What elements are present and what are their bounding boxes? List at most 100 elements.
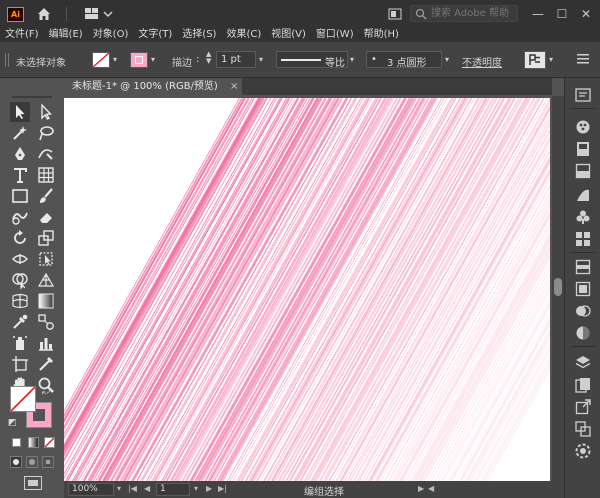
- screen-mode-icon[interactable]: [24, 476, 42, 490]
- magic-wand-tool-icon[interactable]: [10, 123, 30, 143]
- previous-artboard-icon[interactable]: ◀: [144, 484, 150, 493]
- search-input[interactable]: [431, 7, 515, 20]
- color-panel-icon[interactable]: [574, 118, 592, 136]
- direct-selection-tool-icon[interactable]: [36, 102, 56, 122]
- export-panel-icon[interactable]: [574, 398, 592, 416]
- menu-help[interactable]: 帮助(H): [359, 28, 404, 42]
- asset-export-panel-icon[interactable]: [574, 420, 592, 438]
- panel-grip-icon[interactable]: [4, 52, 10, 68]
- scroll-thumb[interactable]: [554, 278, 562, 296]
- stroke-weight-dropdown-icon[interactable]: ▾: [259, 55, 263, 64]
- symbol-sprayer-tool-icon[interactable]: [10, 333, 30, 353]
- status-text[interactable]: 编组选择: [304, 483, 344, 498]
- menu-window[interactable]: 窗口(W): [311, 28, 359, 42]
- slice-tool-icon[interactable]: [36, 354, 56, 374]
- lasso-tool-icon[interactable]: [36, 123, 56, 143]
- zoom-dropdown-icon[interactable]: ▾: [117, 484, 121, 493]
- gradient-mode-icon[interactable]: [28, 437, 39, 448]
- blend-tool-icon[interactable]: [36, 312, 56, 332]
- transparency-panel-icon[interactable]: [574, 302, 592, 320]
- type-tool-icon[interactable]: [10, 165, 30, 185]
- draw-normal-icon[interactable]: [10, 456, 22, 468]
- artboards-panel-icon[interactable]: [574, 376, 592, 394]
- opacity-link[interactable]: 不透明度: [462, 54, 502, 69]
- stroke-swatch[interactable]: [130, 52, 148, 68]
- next-artboard-icon[interactable]: ▶: [206, 484, 212, 493]
- menu-select[interactable]: 选择(S): [177, 28, 221, 42]
- close-icon[interactable]: ×: [230, 78, 238, 95]
- search-box[interactable]: [410, 5, 518, 22]
- swatches-panel-icon[interactable]: [574, 162, 592, 180]
- pink-stripes-artwork[interactable]: [64, 98, 550, 481]
- shaper-tool-icon[interactable]: [10, 207, 30, 227]
- rotate-tool-icon[interactable]: [10, 228, 30, 248]
- gradient-panel-icon[interactable]: [574, 280, 592, 298]
- artboard-number-field[interactable]: 1: [156, 483, 190, 496]
- stroke-stepper[interactable]: ▲ ▼: [206, 51, 211, 65]
- properties-panel-icon[interactable]: [574, 86, 592, 104]
- draw-inside-icon[interactable]: [42, 456, 54, 468]
- menu-file[interactable]: 文件(F): [0, 28, 44, 42]
- default-fill-stroke-icon[interactable]: ◩: [8, 418, 17, 428]
- minimize-button[interactable]: —: [528, 4, 548, 24]
- eraser-tool-icon[interactable]: [36, 207, 56, 227]
- swap-fill-stroke-icon[interactable]: ⤾: [42, 386, 50, 397]
- menu-object[interactable]: 对象(O): [88, 28, 134, 42]
- artboard-dropdown-icon[interactable]: ▾: [194, 484, 198, 493]
- column-graph-tool-icon[interactable]: [36, 333, 56, 353]
- recolor-button[interactable]: [524, 51, 546, 69]
- panel-menu-icon[interactable]: [576, 52, 590, 66]
- width-tool-icon[interactable]: [10, 249, 30, 269]
- eyedropper-tool-icon[interactable]: [10, 312, 30, 332]
- gradient-tool-icon[interactable]: [36, 291, 56, 311]
- menu-effect[interactable]: 效果(C): [221, 28, 266, 42]
- stroke-panel-icon[interactable]: [574, 258, 592, 276]
- pen-tool-icon[interactable]: [10, 144, 30, 164]
- recolor-dropdown-icon[interactable]: ▾: [549, 55, 553, 64]
- selection-tool-icon[interactable]: [10, 102, 30, 122]
- libraries-panel-icon[interactable]: [574, 442, 592, 460]
- stroke-dropdown-icon[interactable]: ▾: [151, 55, 155, 64]
- symbols-panel-icon[interactable]: [574, 208, 592, 226]
- color-guide-panel-icon[interactable]: [574, 140, 592, 158]
- vertical-scrollbar[interactable]: [552, 96, 564, 481]
- brushes-panel-icon[interactable]: [574, 186, 592, 204]
- home-icon[interactable]: [36, 6, 52, 22]
- last-artboard-icon[interactable]: ▶|: [218, 484, 227, 493]
- shape-builder-tool-icon[interactable]: [10, 270, 30, 290]
- scale-tool-icon[interactable]: [36, 228, 56, 248]
- first-artboard-icon[interactable]: |◀: [128, 484, 137, 493]
- arrange-documents-icon[interactable]: [388, 7, 402, 21]
- menu-view[interactable]: 视图(V): [266, 28, 311, 42]
- close-button[interactable]: ✕: [576, 4, 596, 24]
- menu-type[interactable]: 文字(T): [133, 28, 177, 42]
- brush-definition[interactable]: • 3 点圆形: [366, 51, 442, 69]
- rectangle-tool-icon[interactable]: [10, 186, 30, 206]
- stroke-label[interactable]: 描边: [172, 54, 192, 69]
- color-mode-icon[interactable]: [12, 438, 21, 447]
- none-mode-icon[interactable]: [44, 437, 55, 448]
- menu-edit[interactable]: 编辑(E): [44, 28, 88, 42]
- fill-dropdown-icon[interactable]: ▾: [113, 55, 117, 64]
- brush-dropdown-icon[interactable]: ▾: [445, 55, 449, 64]
- artboard-tool-icon[interactable]: [10, 354, 30, 374]
- free-transform-tool-icon[interactable]: [36, 249, 56, 269]
- perspective-grid-tool-icon[interactable]: [36, 270, 56, 290]
- profile-dropdown-icon[interactable]: ▾: [350, 55, 354, 64]
- scroll-left-icon[interactable]: ◀: [428, 484, 434, 493]
- status-menu-icon[interactable]: ▶: [418, 484, 424, 493]
- zoom-level-field[interactable]: 100%: [68, 483, 114, 496]
- paintbrush-tool-icon[interactable]: [36, 186, 56, 206]
- fill-swatch[interactable]: [92, 52, 110, 68]
- layers-panel-icon[interactable]: [574, 354, 592, 372]
- artboard[interactable]: [64, 98, 550, 481]
- draw-behind-icon[interactable]: [26, 456, 38, 468]
- appearance-panel-icon[interactable]: [574, 324, 592, 342]
- canvas-area[interactable]: [64, 96, 552, 481]
- graphic-styles-panel-icon[interactable]: [574, 230, 592, 248]
- stroke-weight-field[interactable]: 1 pt: [216, 51, 256, 68]
- variable-width-profile[interactable]: 等比: [276, 51, 348, 69]
- workspace-switcher-icon[interactable]: [84, 6, 116, 22]
- mesh-tool-icon[interactable]: [10, 291, 30, 311]
- rectangular-grid-tool-icon[interactable]: [36, 165, 56, 185]
